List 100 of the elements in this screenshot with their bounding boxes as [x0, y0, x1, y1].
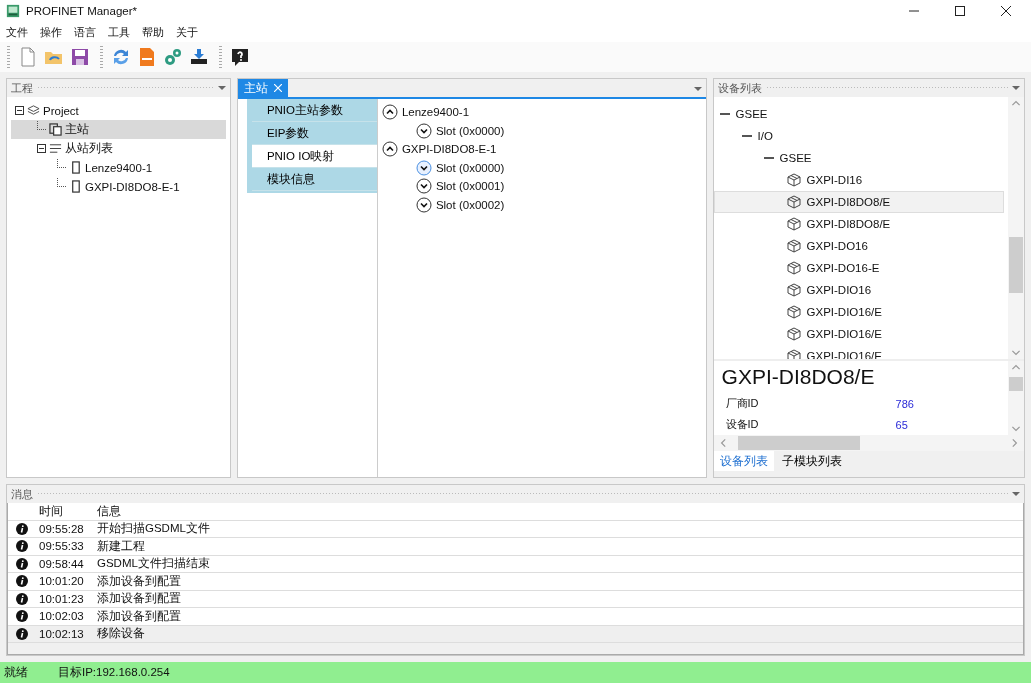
tree-item[interactable]: Lenze9400-1 [85, 161, 153, 174]
help-icon[interactable] [230, 47, 250, 67]
property-value: 65 [895, 418, 908, 431]
chevron-circle-icon[interactable] [415, 196, 432, 213]
table-cell-text: 10:02:13 [38, 627, 85, 640]
cube-icon [786, 217, 801, 231]
scroll-thumb[interactable] [1009, 237, 1023, 293]
dropdown-icon[interactable] [693, 87, 702, 91]
chevron-circle-icon[interactable] [381, 141, 398, 158]
device-label[interactable]: GXPI-DI8DO8-E-1 [401, 143, 497, 156]
menu-item[interactable]: 语言 [74, 24, 96, 40]
table-cell-text: 10:01:23 [38, 592, 85, 605]
cube-icon [786, 173, 801, 187]
tree-item[interactable]: I/O [757, 130, 773, 142]
device-list-item[interactable]: GXPI-DI8DO8/E [713, 213, 1004, 235]
property-label: 厂商ID [724, 396, 760, 411]
device-list-item[interactable]: GXPI-DO16 [713, 235, 1004, 257]
tree-item[interactable]: Project [43, 104, 79, 117]
scrollbar[interactable] [1008, 361, 1024, 435]
side-tab[interactable]: PNIO IO映射 [251, 145, 377, 168]
table-cell-text: 添加设备到配置 [96, 591, 182, 607]
table-cell-text: GSDML文件扫描结束 [96, 556, 211, 572]
column-header[interactable]: 时间 [36, 503, 94, 519]
device-list-item[interactable]: GXPI-DI16 [713, 169, 1004, 191]
dropdown-icon[interactable] [1012, 86, 1020, 90]
menu-item[interactable]: 文件 [6, 24, 28, 40]
table-cell-text: 09:58:44 [38, 557, 85, 570]
table-cell-text: 开始扫描GSDML文件 [96, 521, 211, 537]
device-list-item[interactable]: GXPI-DIO16/E [713, 301, 1004, 323]
scrollbar[interactable] [1008, 97, 1024, 359]
tree-item[interactable]: 从站列表 [65, 141, 113, 156]
device-list-item[interactable]: GXPI-DIO16/E [713, 323, 1004, 345]
collapse-icon[interactable] [37, 144, 46, 153]
panel-tab[interactable]: 设备列表 [713, 451, 774, 471]
copy-icon [49, 123, 62, 136]
close-icon[interactable] [1001, 6, 1011, 16]
save-icon[interactable] [70, 47, 90, 67]
status-text: 就绪 [4, 665, 28, 680]
cube-icon [786, 305, 801, 319]
table-cell-text: 添加设备到配置 [96, 608, 182, 624]
table-cell-text: 移除设备 [96, 626, 146, 642]
table-cell-text: 添加设备到配置 [96, 573, 182, 589]
slot-label[interactable]: Slot (0x0001) [435, 180, 505, 193]
menu-item[interactable]: 操作 [40, 24, 62, 40]
panel-title: 工程 [11, 80, 33, 96]
cube-icon [786, 283, 801, 297]
table-cell-text: 10:02:03 [38, 610, 85, 623]
download-icon[interactable] [189, 47, 209, 67]
layers-icon [27, 104, 40, 117]
dropdown-icon[interactable] [1012, 492, 1020, 496]
scrollbar[interactable] [713, 435, 1024, 451]
collapse-icon[interactable] [15, 106, 24, 115]
table-cell-text: 新建工程 [96, 538, 146, 554]
cube-icon [786, 261, 801, 275]
document-tab[interactable]: 主站 [237, 79, 288, 97]
table-cell-text: 09:55:28 [38, 522, 85, 535]
list-icon [49, 142, 62, 155]
tree-item[interactable]: GSEE [779, 152, 812, 164]
slot-label[interactable]: Slot (0x0002) [435, 198, 505, 211]
property-label: 设备ID [724, 417, 760, 432]
refresh-icon[interactable] [111, 47, 131, 67]
dropdown-icon[interactable] [217, 86, 226, 90]
device-icon [69, 161, 82, 174]
cube-icon [786, 239, 801, 253]
chevron-circle-icon[interactable] [415, 178, 432, 195]
scroll-thumb[interactable] [737, 436, 860, 450]
window-title: PROFINET Manager* [26, 5, 137, 17]
tree-item[interactable]: GXPI-DI8DO8-E-1 [85, 180, 180, 193]
slot-label[interactable]: Slot (0x0000) [435, 124, 505, 137]
device-list-item[interactable]: GXPI-DI8DO8/E [713, 191, 1004, 213]
menu-item[interactable]: 工具 [108, 24, 130, 40]
cube-icon [786, 327, 801, 341]
menu-item[interactable]: 帮助 [142, 24, 164, 40]
tree-item[interactable]: GSEE [735, 108, 768, 120]
table-cell-text: 09:55:33 [38, 540, 85, 553]
slot-label[interactable]: Slot (0x0000) [435, 161, 505, 174]
device-name: GXPI-DI8DO8/E [721, 365, 876, 389]
document-icon[interactable] [137, 47, 157, 67]
info-icon [16, 627, 28, 640]
tree-item[interactable]: 主站 [65, 122, 89, 137]
menu-item[interactable]: 关于 [176, 24, 198, 40]
gears-icon[interactable] [163, 47, 183, 67]
property-value: 786 [895, 397, 914, 410]
device-list-item[interactable]: GXPI-DIO16 [713, 279, 1004, 301]
chevron-circle-icon[interactable] [415, 159, 432, 176]
cube-icon [786, 195, 801, 209]
table-cell-text: 10:01:20 [38, 575, 85, 588]
column-header[interactable]: 信息 [94, 503, 1023, 519]
device-label[interactable]: Lenze9400-1 [401, 106, 470, 119]
selected-row[interactable]: 主站 [11, 120, 226, 139]
chevron-circle-icon[interactable] [381, 104, 398, 121]
scroll-thumb[interactable] [1009, 377, 1023, 391]
app-icon [6, 4, 20, 18]
panel-title: 消息 [11, 486, 33, 502]
maximize-icon[interactable] [955, 6, 965, 16]
chevron-circle-icon[interactable] [415, 122, 432, 139]
cube-icon [786, 349, 801, 359]
panel-title: 设备列表 [717, 80, 762, 96]
device-icon [69, 180, 82, 193]
device-list-item[interactable]: GXPI-DO16-E [713, 257, 1004, 279]
